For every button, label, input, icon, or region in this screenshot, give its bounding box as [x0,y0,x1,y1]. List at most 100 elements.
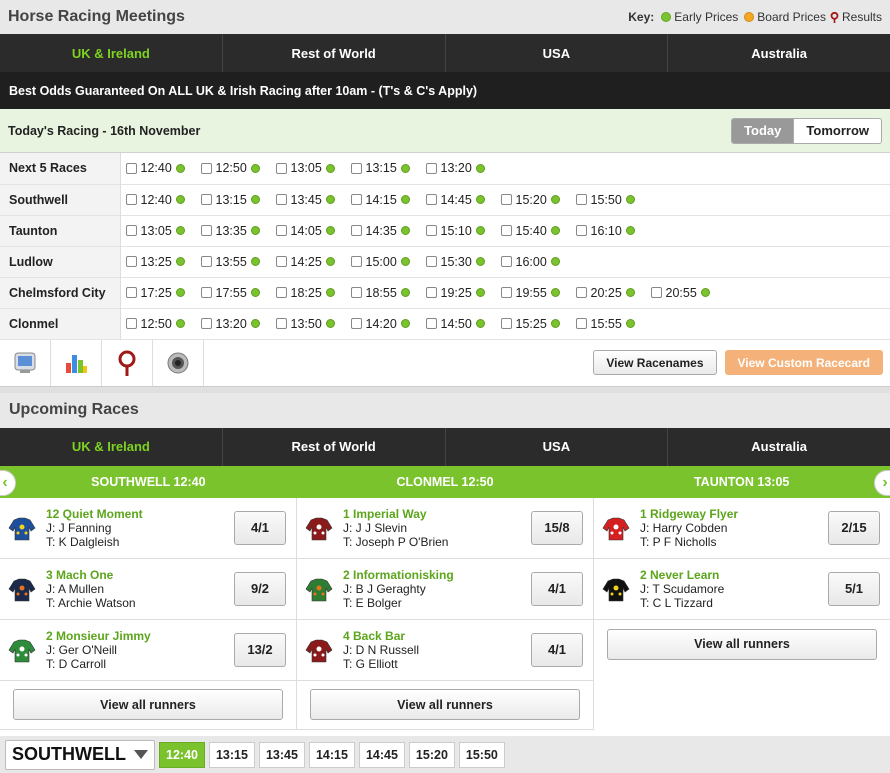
race-time-option[interactable]: 13:20 [425,161,501,175]
odds-button[interactable]: 4/1 [234,510,286,545]
race-time-option[interactable]: 19:25 [425,286,501,300]
race-time-option[interactable]: 13:25 [125,255,201,269]
tab-usa[interactable]: USA [446,34,669,72]
race-time-option[interactable]: 19:55 [500,286,576,300]
race-checkbox[interactable] [350,194,362,205]
race-time-option[interactable]: 12:50 [125,317,201,331]
race-time-button[interactable]: 13:15 [208,741,255,768]
upcoming-tab-rest-of-world[interactable]: Rest of World [223,427,446,466]
race-time-option[interactable]: 14:15 [350,193,426,207]
race-time-option[interactable]: 13:20 [200,317,276,331]
race-time-option[interactable]: 13:50 [275,317,351,331]
upcoming-tab-usa[interactable]: USA [446,427,669,466]
race-checkbox[interactable] [200,194,212,205]
race-checkbox[interactable] [425,287,437,298]
webcam-icon[interactable] [153,339,204,386]
race-checkbox[interactable] [425,194,437,205]
race-time-option[interactable]: 20:25 [575,286,651,300]
race-checkbox[interactable] [275,194,287,205]
race-checkbox[interactable] [500,256,512,267]
race-time-option[interactable]: 15:40 [500,224,576,238]
race-time-option[interactable]: 18:55 [350,286,426,300]
race-time-option[interactable]: 13:15 [350,161,426,175]
race-time-option[interactable]: 13:05 [125,224,201,238]
race-checkbox[interactable] [425,256,437,267]
runner-name[interactable]: 1 Imperial Way [343,507,531,521]
race-time-option[interactable]: 14:25 [275,255,351,269]
race-checkbox[interactable] [575,225,587,236]
runner-row[interactable]: 3 Mach One J: A Mullen T: Archie Watson 9/2 [0,559,296,620]
odds-button[interactable]: 15/8 [531,510,583,545]
race-time-option[interactable]: 17:55 [200,286,276,300]
race-checkbox[interactable] [125,318,137,329]
runner-name[interactable]: 2 Monsieur Jimmy [46,629,234,643]
race-checkbox[interactable] [575,194,587,205]
race-time-button[interactable]: 12:40 [159,741,205,768]
race-checkbox[interactable] [200,287,212,298]
race-checkbox[interactable] [500,287,512,298]
race-checkbox[interactable] [500,194,512,205]
race-checkbox[interactable] [350,225,362,236]
race-checkbox[interactable] [500,318,512,329]
race-time-button[interactable]: 13:45 [258,741,305,768]
results-pin-icon[interactable] [102,339,153,386]
runner-name[interactable]: 2 Informationisking [343,568,531,582]
runner-name[interactable]: 1 Ridgeway Flyer [640,507,828,521]
view-custom-racecard-button[interactable]: View Custom Racecard [724,350,883,375]
race-time-button[interactable]: 14:45 [358,741,405,768]
race-checkbox[interactable] [125,225,137,236]
race-checkbox[interactable] [350,318,362,329]
race-time-option[interactable]: 15:30 [425,255,501,269]
race-checkbox[interactable] [200,256,212,267]
race-time-option[interactable]: 15:55 [575,317,651,331]
runner-row[interactable]: 2 Monsieur Jimmy J: Ger O'Neill T: D Carro… [0,620,296,681]
odds-button[interactable]: 4/1 [531,632,583,667]
race-time-option[interactable]: 15:25 [500,317,576,331]
runner-name[interactable]: 3 Mach One [46,568,234,582]
race-time-option[interactable]: 16:00 [500,255,576,269]
race-time-option[interactable]: 13:35 [200,224,276,238]
race-checkbox[interactable] [125,287,137,298]
odds-button[interactable]: 13/2 [234,632,286,667]
runner-name[interactable]: 4 Back Bar [343,629,531,643]
race-checkbox[interactable] [125,194,137,205]
runner-row[interactable]: 1 Ridgeway Flyer J: Harry Cobden T: P F Ni… [594,498,890,559]
race-time-option[interactable]: 13:45 [275,193,351,207]
race-time-option[interactable]: 12:40 [125,161,201,175]
race-time-option[interactable]: 16:10 [575,224,651,238]
course-dropdown[interactable]: SOUTHWELL [5,739,155,770]
race-time-option[interactable]: 20:55 [650,286,726,300]
tab-uk-ireland[interactable]: UK & Ireland [0,34,223,72]
tab-australia[interactable]: Australia [668,34,890,72]
view-all-runners-button[interactable]: View all runners [13,689,283,720]
monitor-icon[interactable] [0,339,51,386]
race-time-option[interactable]: 12:50 [200,161,276,175]
odds-button[interactable]: 2/15 [828,510,880,545]
race-checkbox[interactable] [575,287,587,298]
odds-button[interactable]: 4/1 [531,571,583,606]
race-checkbox[interactable] [125,256,137,267]
race-time-option[interactable]: 17:25 [125,286,201,300]
race-time-option[interactable]: 15:10 [425,224,501,238]
race-time-option[interactable]: 18:25 [275,286,351,300]
view-racenames-button[interactable]: View Racenames [593,350,717,375]
view-all-runners-button[interactable]: View all runners [310,689,580,720]
race-checkbox[interactable] [200,318,212,329]
race-time-button[interactable]: 15:50 [458,741,505,768]
race-checkbox[interactable] [575,318,587,329]
race-checkbox[interactable] [500,225,512,236]
race-checkbox[interactable] [275,287,287,298]
race-time-option[interactable]: 13:55 [200,255,276,269]
upcoming-tab-uk-ireland[interactable]: UK & Ireland [0,427,223,466]
race-checkbox[interactable] [425,225,437,236]
race-time-option[interactable]: 14:35 [350,224,426,238]
chevron-right-icon[interactable]: › [874,469,890,496]
race-checkbox[interactable] [200,225,212,236]
race-checkbox[interactable] [350,162,362,174]
race-time-option[interactable]: 15:50 [575,193,651,207]
odds-button[interactable]: 5/1 [828,571,880,606]
runner-row[interactable]: 4 Back Bar J: D N Russell T: G Elliott 4/1 [297,620,593,681]
race-time-button[interactable]: 15:20 [408,741,455,768]
race-checkbox[interactable] [125,162,137,174]
race-time-button[interactable]: 14:15 [308,741,355,768]
